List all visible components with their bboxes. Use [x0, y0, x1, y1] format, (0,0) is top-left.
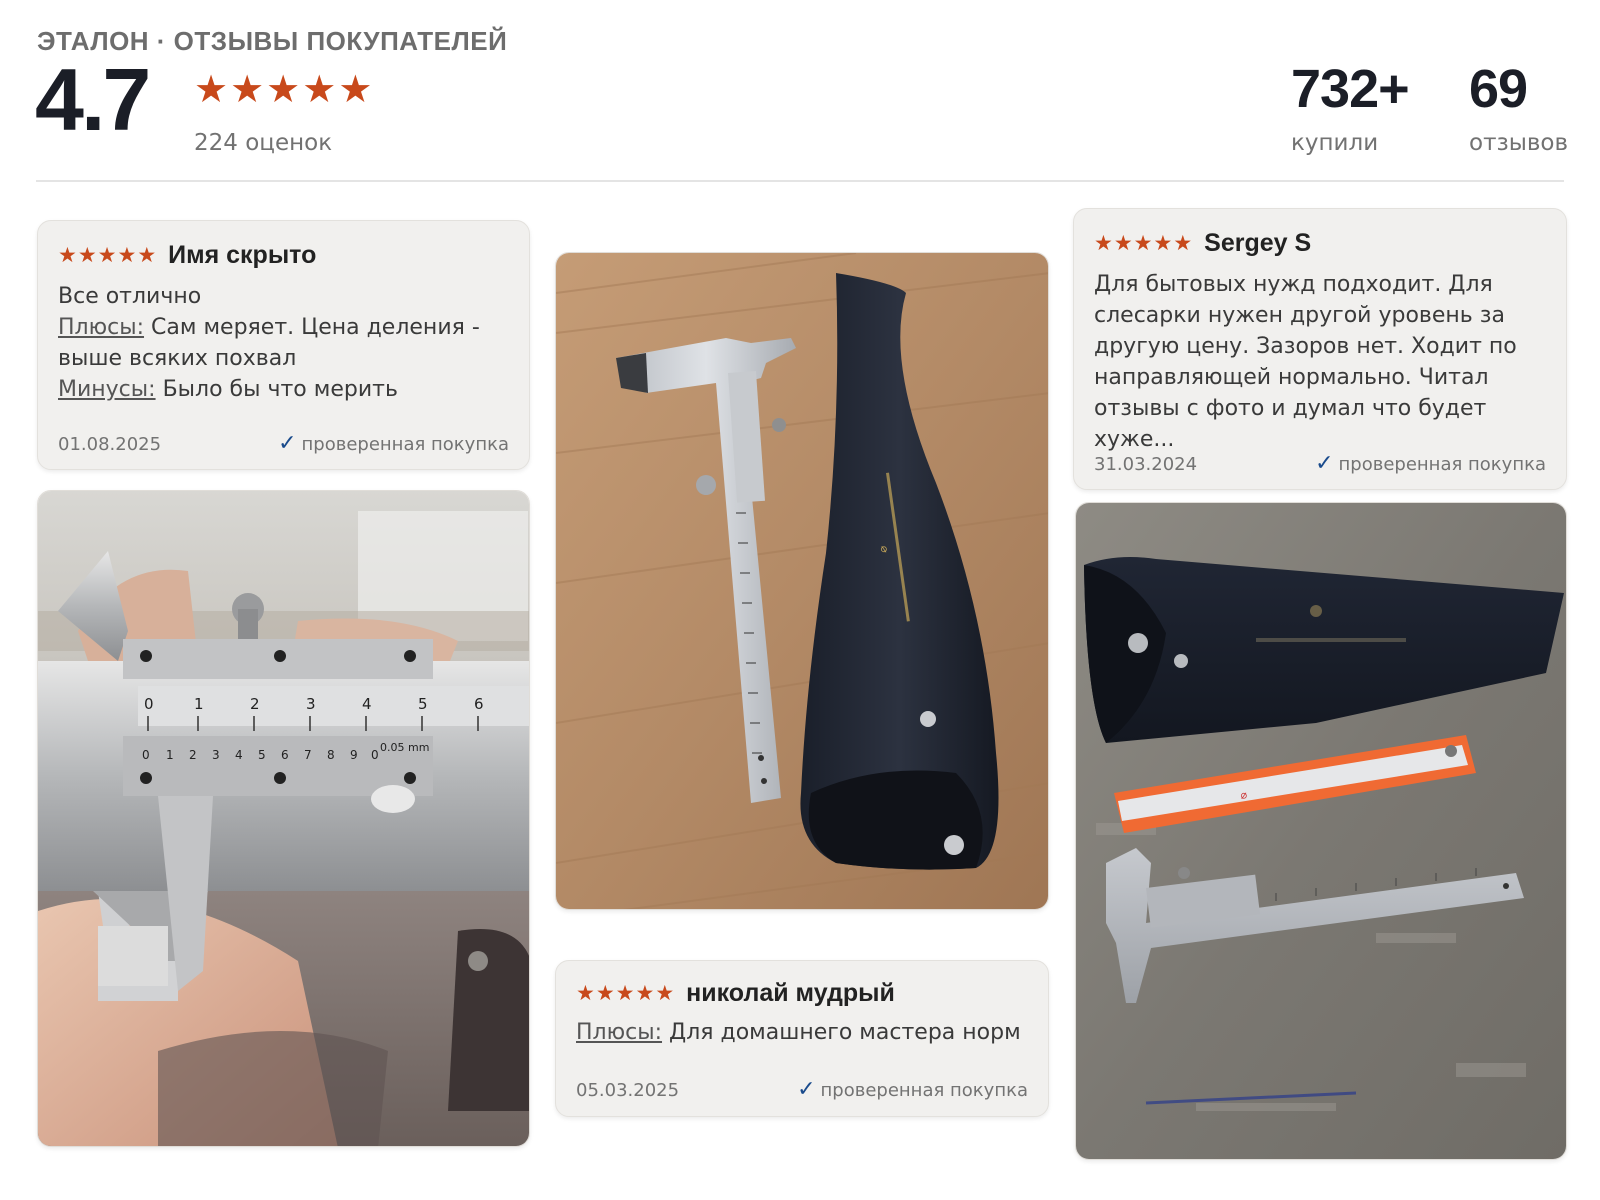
reviews-label: отзывов	[1469, 130, 1569, 156]
caliper-in-hand-photo: 0 1 2 3 4 5 6 0 1 2 3 4 5 6 7 8 9 0 0.05…	[38, 491, 529, 1146]
vernier-digit: 1	[166, 748, 174, 762]
overall-rating-stars: ★ ★ ★ ★ ★	[194, 70, 372, 108]
scale-digit: 2	[250, 695, 260, 713]
pros-text: Для домашнего мастера норм	[669, 1020, 1021, 1045]
scale-digit: 5	[418, 695, 428, 713]
star-icon: ★	[615, 981, 635, 1005]
verified-badge: ✓ проверенная покупка	[278, 433, 509, 455]
pros-label: Плюсы:	[58, 315, 145, 340]
cons-label: Минусы:	[58, 377, 156, 402]
verified-badge: ✓ проверенная покупка	[797, 1079, 1028, 1101]
pros-label: Плюсы:	[576, 1020, 663, 1045]
review-stars: ★ ★ ★ ★ ★	[1094, 233, 1192, 254]
reviews-count: 69	[1469, 59, 1528, 119]
vernier-digit: 6	[281, 748, 289, 762]
vernier-digit: 3	[212, 748, 220, 762]
star-icon: ★	[194, 67, 229, 111]
review-stars: ★ ★ ★ ★ ★	[576, 983, 674, 1004]
star-icon: ★	[266, 67, 301, 111]
scale-digit: 3	[306, 695, 316, 713]
review-text: Плюсы: Для домашнего мастера норм	[576, 1017, 1032, 1048]
overall-rating: 4.7	[35, 50, 151, 149]
checkmark-icon: ✓	[797, 1077, 816, 1102]
star-icon: ★	[1133, 231, 1153, 255]
review-photo-caliper-hand[interactable]: 0 1 2 3 4 5 6 0 1 2 3 4 5 6 7 8 9 0 0.05…	[37, 490, 530, 1147]
header-divider	[36, 180, 1564, 182]
review-card[interactable]: ★ ★ ★ ★ ★ николай мудрый Плюсы: Для дома…	[555, 960, 1049, 1117]
review-card[interactable]: ★ ★ ★ ★ ★ Sergey S Для бытовых нужд подх…	[1073, 208, 1567, 490]
verified-label: проверенная покупка	[1338, 453, 1546, 475]
scale-digit: 1	[194, 695, 204, 713]
star-icon: ★	[1113, 231, 1133, 255]
vernier-digit: 7	[304, 748, 312, 762]
review-photo-caliper-case[interactable]: ⌀	[555, 252, 1049, 910]
star-icon: ★	[117, 243, 137, 267]
verified-label: проверенная покупка	[301, 433, 509, 455]
bought-count: 732+	[1291, 59, 1410, 119]
scale-digit: 0	[144, 695, 154, 713]
verified-label: проверенная покупка	[820, 1079, 1028, 1101]
review-author: Имя скрыто	[168, 241, 317, 269]
bought-stat: 732+ купили	[1291, 59, 1410, 156]
review-stars: ★ ★ ★ ★ ★	[58, 245, 156, 266]
star-icon: ★	[1153, 231, 1173, 255]
review-photo-case-ruler[interactable]: ⌀	[1075, 502, 1567, 1160]
star-icon: ★	[1094, 231, 1113, 255]
star-icon: ★	[595, 981, 615, 1005]
star-icon: ★	[576, 981, 595, 1005]
star-icon: ★	[338, 67, 373, 111]
checkmark-icon: ✓	[278, 431, 297, 456]
review-comment: Для бытовых нужд подходит. Для слесарки …	[1094, 272, 1517, 452]
star-icon: ★	[137, 243, 157, 267]
review-comment: Все отлично	[58, 284, 202, 309]
vernier-digit: 2	[189, 748, 197, 762]
checkmark-icon: ✓	[1315, 451, 1334, 476]
caliper-with-case-photo: ⌀	[556, 253, 1048, 909]
review-card[interactable]: ★ ★ ★ ★ ★ Имя скрыто Все отлично Плюсы: …	[37, 220, 530, 470]
review-text: Все отлично Плюсы: Сам меряет. Цена деле…	[58, 281, 513, 405]
bought-label: купили	[1291, 130, 1379, 156]
vernier-digit: 0	[142, 748, 150, 762]
star-icon: ★	[655, 981, 675, 1005]
scale-digit: 4	[362, 695, 372, 713]
vernier-digit: 8	[327, 748, 335, 762]
vernier-digit: 4	[235, 748, 243, 762]
star-icon: ★	[302, 67, 337, 111]
review-date: 31.03.2024	[1094, 453, 1198, 475]
verified-badge: ✓ проверенная покупка	[1315, 453, 1546, 475]
scale-digit: 6	[474, 695, 484, 713]
vernier-digit: 9	[350, 748, 358, 762]
review-author: николай мудрый	[686, 979, 895, 1007]
star-icon: ★	[58, 243, 77, 267]
star-icon: ★	[97, 243, 117, 267]
review-text: Для бытовых нужд подходит. Для слесарки …	[1094, 269, 1552, 455]
vernier-unit: 0.05 mm	[380, 741, 429, 754]
star-icon: ★	[77, 243, 97, 267]
ratings-count: 224 оценок	[194, 130, 333, 156]
review-date: 01.08.2025	[58, 433, 162, 455]
review-date: 05.03.2025	[576, 1079, 680, 1101]
caliper-case-ruler-photo: ⌀	[1076, 503, 1566, 1159]
review-author: Sergey S	[1204, 229, 1312, 257]
vernier-digit: 5	[258, 748, 266, 762]
cons-text: Было бы что мерить	[162, 377, 398, 402]
star-icon: ★	[635, 981, 655, 1005]
star-icon: ★	[230, 67, 265, 111]
vernier-digit: 0	[371, 748, 379, 762]
star-icon: ★	[1173, 231, 1193, 255]
reviews-stat: 69 отзывов	[1469, 62, 1568, 156]
